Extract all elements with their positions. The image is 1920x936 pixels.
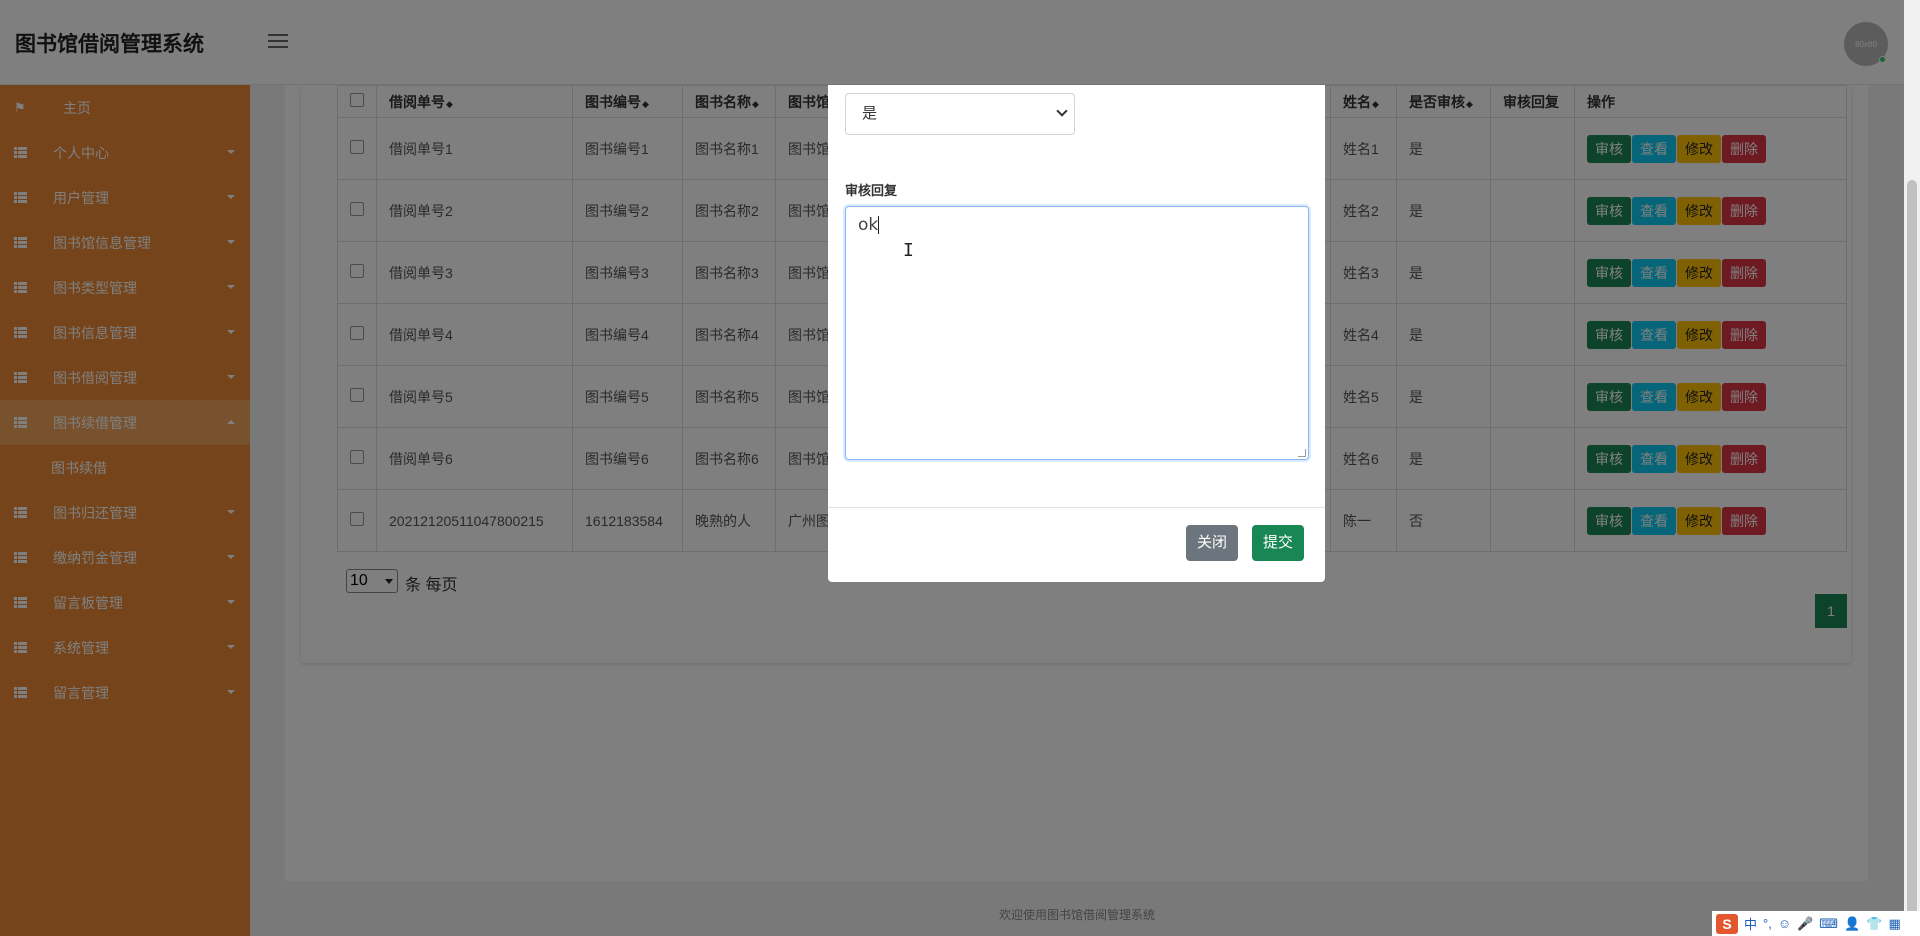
scrollbar-thumb[interactable] [1907,180,1917,920]
sogou-logo-icon[interactable]: S [1716,913,1738,934]
ime-punct-label[interactable]: °, [1763,916,1772,931]
text-caret [878,216,880,234]
submit-button[interactable]: 提交 [1252,525,1305,561]
microphone-icon[interactable]: 🎤 [1797,916,1813,932]
emoji-icon[interactable]: ☺ [1778,916,1791,931]
chevron-down-icon [1056,105,1068,117]
ime-toolbar: S 中 °, ☺ 🎤 ⌨ 👤 👕 ▦ [1712,911,1920,936]
audit-status-select[interactable]: 是 [845,93,1075,135]
skin-icon[interactable]: 👕 [1866,916,1882,932]
ime-mode-label[interactable]: 中 [1744,914,1757,933]
user-icon[interactable]: 👤 [1844,916,1860,932]
toolbox-icon[interactable]: ▦ [1888,916,1900,932]
modal-footer-divider [828,507,1325,508]
reply-textarea[interactable]: ok [845,206,1309,460]
keyboard-icon[interactable]: ⌨ [1819,916,1838,932]
text-cursor-icon: I [903,240,914,261]
page-scrollbar[interactable] [1904,0,1920,936]
resize-handle-icon[interactable] [1298,449,1306,457]
reply-label: 审核回复 [845,183,898,198]
review-modal: 是 审核回复 ok I 关闭 提交 [828,85,1325,582]
close-button[interactable]: 关闭 [1186,525,1239,561]
